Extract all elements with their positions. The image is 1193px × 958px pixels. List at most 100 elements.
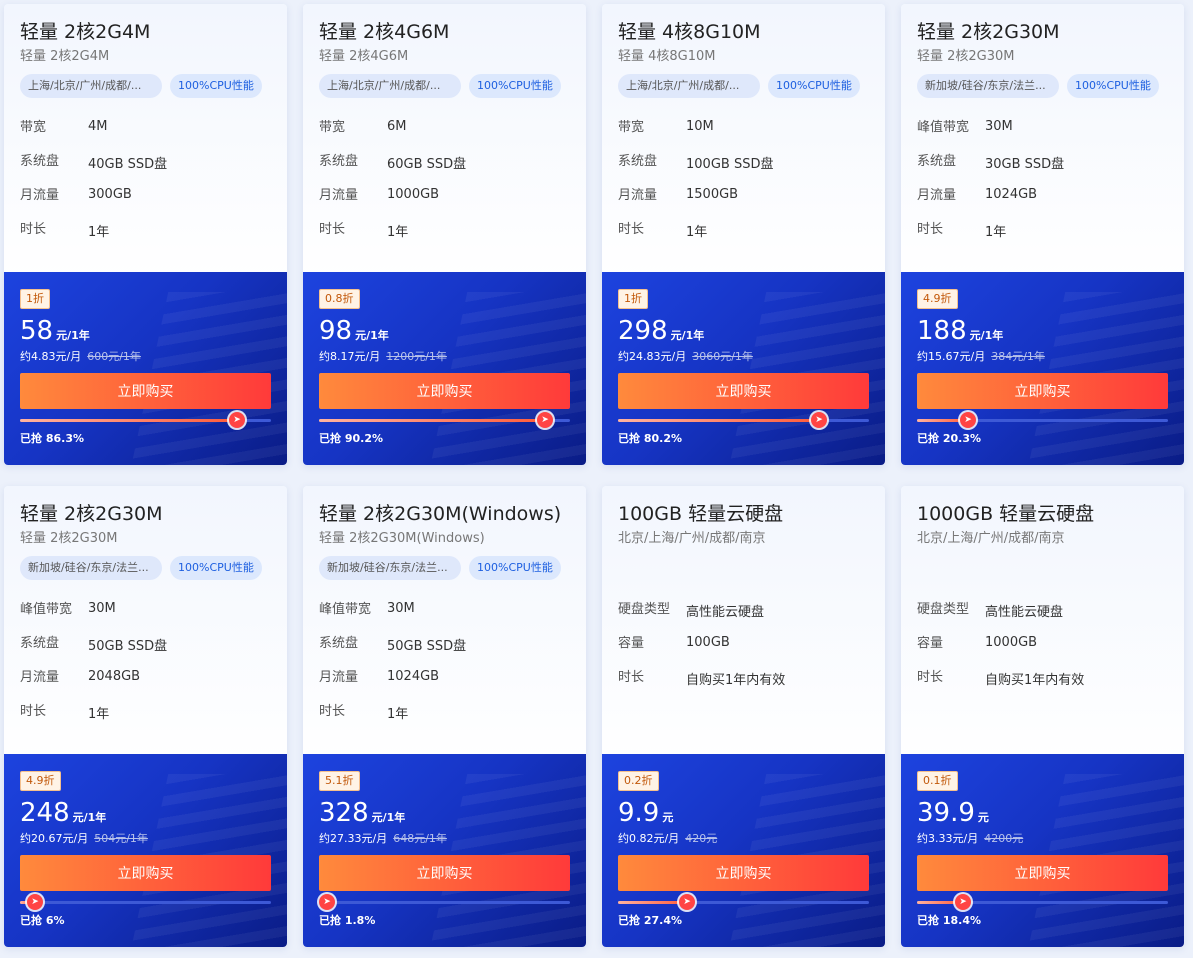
spec-value: 300GB [88, 187, 132, 202]
card-info: 轻量 2核2G30M 轻量 2核2G30M 新加坡/硅谷/东京/法兰... 100… [901, 4, 1184, 272]
price-unit: 元/1年 [969, 329, 1004, 342]
original-price: 504元/1年 [94, 832, 148, 845]
region-tag: 新加坡/硅谷/东京/法兰... [917, 74, 1059, 98]
tag-list: 上海/北京/广州/成都/... 100%CPU性能 [20, 74, 271, 98]
buy-now-button[interactable]: 立即购买 [917, 373, 1168, 409]
product-subtitle: 轻量 2核2G30M(Windows) [319, 531, 485, 546]
price-row: 188 元/1年 [917, 316, 1168, 346]
original-price: 3060元/1年 [692, 350, 753, 363]
cpu-tag: 100%CPU性能 [1067, 74, 1159, 98]
sold-progress-bar: ➤ [20, 894, 271, 910]
spec-value: 60GB SSD盘 [387, 157, 467, 172]
spec-row: 月流量 1000GB [319, 184, 570, 218]
buy-now-button[interactable]: 立即购买 [20, 855, 271, 891]
sold-percentage: 已抢 18.4% [917, 914, 981, 927]
spec-row: 容量 1000GB [917, 632, 1168, 666]
spec-row: 硬盘类型 高性能云硬盘 [917, 598, 1168, 632]
sold-progress-bar: ➤ [319, 894, 570, 910]
spec-label: 时长 [917, 670, 944, 685]
spec-row: 峰值带宽 30M [319, 598, 570, 632]
spec-row: 月流量 300GB [20, 184, 271, 218]
spec-value: 30M [985, 119, 1013, 134]
spec-value: 1年 [387, 707, 409, 722]
product-card-5: 轻量 2核2G30M 轻量 2核2G30M 新加坡/硅谷/东京/法兰... 100… [4, 486, 287, 947]
tag-list: 新加坡/硅谷/东京/法兰... 100%CPU性能 [20, 556, 271, 580]
spec-value: 2048GB [88, 669, 141, 684]
spec-row: 硬盘类型 高性能云硬盘 [618, 598, 869, 632]
product-subtitle: 轻量 2核2G30M [20, 531, 118, 546]
discount-badge: 5.1折 [319, 771, 360, 791]
spec-label: 时长 [618, 670, 645, 685]
spec-value: 30GB SSD盘 [985, 157, 1065, 172]
original-price: 600元/1年 [87, 350, 141, 363]
spec-label: 时长 [20, 704, 47, 719]
spec-value: 30M [88, 601, 116, 616]
monthly-row: 约24.83元/月 3060元/1年 [618, 350, 869, 364]
price-row: 39.9 元 [917, 798, 1168, 828]
product-title: 轻量 2核2G30M [20, 503, 163, 525]
card-info: 轻量 2核2G30M 轻量 2核2G30M 新加坡/硅谷/东京/法兰... 100… [4, 486, 287, 754]
spec-label: 时长 [618, 222, 645, 237]
buy-now-button[interactable]: 立即购买 [319, 855, 570, 891]
sold-progress-fill [618, 901, 687, 904]
spec-list: 带宽 4M 系统盘 40GB SSD盘 月流量 300GB 时长 1年 [20, 116, 271, 252]
monthly-row: 约3.33元/月 4200元 [917, 832, 1168, 846]
card-info: 100GB 轻量云硬盘 北京/上海/广州/成都/南京 硬盘类型 高性能云硬盘 容量 1… [602, 486, 885, 754]
buy-now-button[interactable]: 立即购买 [917, 855, 1168, 891]
spec-row: 时长 1年 [319, 218, 570, 252]
product-card-2: 轻量 2核4G6M 轻量 2核4G6M 上海/北京/广州/成都/... 100%C… [303, 4, 586, 465]
spec-row: 容量 100GB [618, 632, 869, 666]
spec-value: 1年 [686, 225, 708, 240]
spec-value: 1024GB [387, 669, 440, 684]
monthly-price: 约20.67元/月 [20, 832, 89, 845]
sold-percentage: 已抢 90.2% [319, 432, 383, 445]
product-title: 轻量 2核2G30M(Windows) [319, 503, 562, 525]
spec-row: 月流量 1024GB [319, 666, 570, 700]
card-info: 轻量 2核2G4M 轻量 2核2G4M 上海/北京/广州/成都/... 100%C… [4, 4, 287, 272]
spec-row: 系统盘 60GB SSD盘 [319, 150, 570, 184]
sold-progress-bar: ➤ [319, 412, 570, 428]
price: 328 [319, 798, 369, 828]
spec-label: 系统盘 [20, 154, 60, 169]
spec-row: 时长 自购买1年内有效 [917, 666, 1168, 700]
sold-percentage: 已抢 20.3% [917, 432, 981, 445]
spec-row: 系统盘 50GB SSD盘 [20, 632, 271, 666]
price: 58 [20, 316, 54, 346]
buy-now-button[interactable]: 立即购买 [20, 373, 271, 409]
region-tag: 新加坡/硅谷/东京/法兰... [319, 556, 461, 580]
product-subtitle: 轻量 4核8G10M [618, 49, 716, 64]
product-title: 100GB 轻量云硬盘 [618, 503, 784, 525]
discount-badge: 1折 [20, 289, 50, 309]
monthly-row: 约20.67元/月 504元/1年 [20, 832, 271, 846]
product-card-7: 100GB 轻量云硬盘 北京/上海/广州/成都/南京 硬盘类型 高性能云硬盘 容量 1… [602, 486, 885, 947]
buy-now-button[interactable]: 立即购买 [618, 373, 869, 409]
rocket-icon: ➤ [229, 412, 245, 428]
tag-list: 上海/北京/广州/成都/... 100%CPU性能 [618, 74, 869, 98]
sold-percentage: 已抢 80.2% [618, 432, 682, 445]
spec-label: 峰值带宽 [319, 602, 372, 617]
product-card-3: 轻量 4核8G10M 轻量 4核8G10M 上海/北京/广州/成都/... 100… [602, 4, 885, 465]
spec-value: 1000GB [387, 187, 440, 202]
price-unit: 元 [662, 811, 674, 824]
spec-value: 1年 [985, 225, 1007, 240]
buy-now-button[interactable]: 立即购买 [618, 855, 869, 891]
spec-label: 峰值带宽 [20, 602, 73, 617]
card-info: 轻量 4核8G10M 轻量 4核8G10M 上海/北京/广州/成都/... 100… [602, 4, 885, 272]
region-tag: 上海/北京/广州/成都/... [20, 74, 162, 98]
rocket-icon: ➤ [811, 412, 827, 428]
sold-percentage: 已抢 1.8% [319, 914, 376, 927]
price: 298 [618, 316, 668, 346]
spec-list: 带宽 10M 系统盘 100GB SSD盘 月流量 1500GB 时长 1年 [618, 116, 869, 252]
spec-label: 容量 [917, 636, 944, 651]
region-tag: 新加坡/硅谷/东京/法兰... [20, 556, 162, 580]
spec-value: 1年 [88, 225, 110, 240]
cpu-tag: 100%CPU性能 [469, 556, 561, 580]
monthly-price: 约15.67元/月 [917, 350, 986, 363]
spec-value: 40GB SSD盘 [88, 157, 168, 172]
price-row: 248 元/1年 [20, 798, 271, 828]
spec-label: 系统盘 [917, 154, 957, 169]
price: 248 [20, 798, 70, 828]
buy-now-button[interactable]: 立即购买 [319, 373, 570, 409]
monthly-row: 约8.17元/月 1200元/1年 [319, 350, 570, 364]
spec-value: 自购买1年内有效 [686, 673, 786, 688]
